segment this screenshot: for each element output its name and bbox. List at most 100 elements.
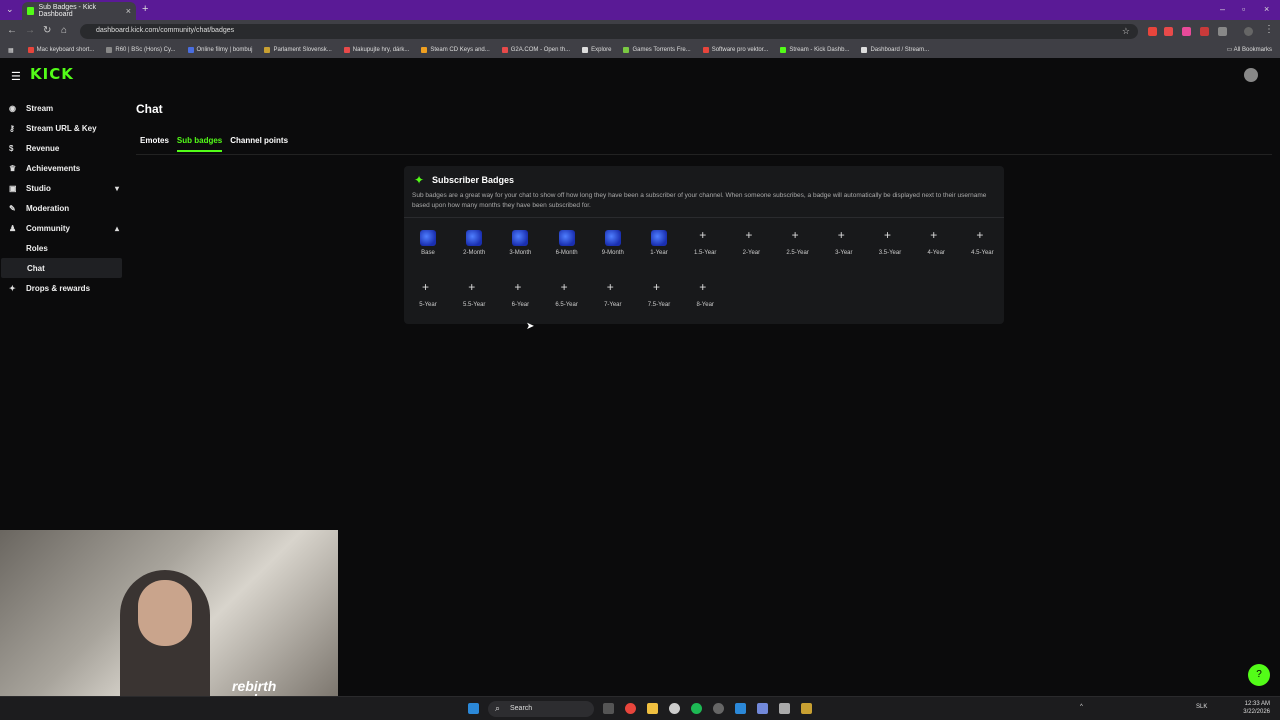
badge-slot[interactable]: 6-Month [545, 230, 585, 270]
badge-slot[interactable]: +6-Year [498, 280, 538, 322]
tab-list-icon[interactable]: ⌄ [6, 4, 14, 15]
badge-image [512, 230, 529, 246]
bookmark-item[interactable]: Games Torrents Fre... [623, 47, 691, 53]
menu-icon[interactable]: ☰ [11, 70, 21, 83]
bookmark-item[interactable]: Explore [582, 47, 611, 53]
kick-logo[interactable]: KICK [30, 65, 74, 83]
badge-image [466, 230, 483, 246]
tab-sub-badges[interactable]: Sub badges [176, 136, 223, 152]
openai-icon[interactable] [669, 703, 680, 714]
maximize-icon[interactable]: ▫ [1242, 4, 1245, 14]
app-icon[interactable] [779, 703, 790, 714]
extension-icon[interactable] [1182, 27, 1191, 36]
forward-icon[interactable]: → [25, 25, 35, 36]
bookmark-item[interactable]: G2A.COM - Open th... [501, 47, 570, 53]
bookmark-item[interactable]: Dashboard / Stream... [861, 47, 929, 53]
gift-icon: ✦ [9, 283, 16, 293]
dollar-icon: $ [9, 143, 14, 153]
chevron-up-icon[interactable]: ▴ [115, 224, 119, 233]
badge-slot[interactable]: +4-Year [914, 228, 954, 270]
tab-emotes[interactable]: Emotes [140, 136, 169, 152]
tray-chevron-icon[interactable]: ^ [1080, 704, 1083, 710]
add-badge-icon: + [560, 280, 568, 294]
extension-icon[interactable] [1200, 27, 1209, 36]
badge-slot[interactable]: +2.5-Year [776, 228, 816, 270]
taskbar-clock[interactable]: 12:33 AM 3/22/2026 [1243, 701, 1270, 717]
browser-menu-icon[interactable]: ⋮ [1264, 24, 1274, 35]
help-chat-button[interactable]: ? [1248, 664, 1270, 686]
bookmark-label: Parlament Slovensk... [273, 47, 332, 53]
apps-grid-icon[interactable]: ▦ [8, 47, 14, 54]
badge-slot[interactable]: 1-Year [637, 230, 677, 270]
badge-slot[interactable]: +3-Year [822, 228, 862, 270]
spotify-icon[interactable] [691, 703, 702, 714]
league-icon[interactable] [801, 703, 812, 714]
badge-slot[interactable]: +8-Year [683, 280, 723, 322]
badge-slot[interactable]: +2-Year [729, 228, 769, 270]
sidebar-item-chat[interactable]: Chat [1, 258, 122, 278]
extension-icon[interactable] [1148, 27, 1157, 36]
sidebar-item-revenue[interactable]: $ Revenue [0, 138, 125, 158]
back-icon[interactable]: ← [7, 25, 17, 36]
bookmark-star-icon[interactable]: ☆ [1122, 26, 1130, 37]
badge-label: 8-Year [696, 302, 714, 308]
taskbar-search-input[interactable]: ⌕ Search [488, 701, 594, 717]
all-bookmarks-button[interactable]: ▭ All Bookmarks [1227, 46, 1272, 53]
badge-slot[interactable]: 2-Month [452, 230, 492, 270]
badge-label: 1.5-Year [693, 250, 717, 256]
sidebar-item-stream[interactable]: ◉ Stream [0, 98, 125, 118]
badge-slot[interactable]: +5.5-Year [452, 280, 492, 322]
bookmark-item[interactable]: Mac keyboard short... [27, 47, 94, 53]
badge-slot[interactable]: +4.5-Year [960, 228, 1000, 270]
task-view-icon[interactable] [603, 703, 614, 714]
chrome-icon[interactable] [625, 703, 636, 714]
badge-slot[interactable]: +7-Year [591, 280, 631, 322]
sidebar-item-label: Community [26, 223, 70, 233]
badge-slot[interactable]: +3.5-Year [868, 228, 908, 270]
sidebar-item-moderation[interactable]: ✎ Moderation [0, 198, 125, 218]
bookmark-item[interactable]: Software pro vektor... [702, 47, 768, 53]
badge-slot[interactable]: +5-Year [406, 280, 446, 322]
sidebar-item-stream-url-key[interactable]: ⚷ Stream URL & Key [0, 118, 125, 138]
badge-slot[interactable]: +1.5-Year [683, 228, 723, 270]
file-explorer-icon[interactable] [647, 703, 658, 714]
close-tab-icon[interactable]: × [126, 6, 131, 16]
bookmark-item[interactable]: Steam CD Keys and... [421, 47, 490, 53]
card-description: Sub badges are a great way for your chat… [412, 192, 987, 210]
reload-icon[interactable]: ↻ [43, 25, 51, 36]
sidebar-item-roles[interactable]: Roles [0, 238, 125, 258]
bookmark-item[interactable]: Parlament Slovensk... [264, 47, 332, 53]
bookmark-item[interactable]: Stream - Kick Dashb... [780, 47, 849, 53]
badge-label: 6.5-Year [555, 302, 578, 308]
sidebar-item-drops-rewards[interactable]: ✦ Drops & rewards [0, 278, 125, 298]
avatar[interactable] [1244, 68, 1258, 82]
bookmark-item[interactable]: Online filmy | bombuj [187, 47, 252, 53]
calculator-icon[interactable] [735, 703, 746, 714]
minimize-icon[interactable]: – [1220, 4, 1225, 14]
badge-slot[interactable]: +6.5-Year [545, 280, 585, 322]
obs-icon[interactable] [713, 703, 724, 714]
url-input[interactable]: dashboard.kick.com/community/chat/badges… [80, 24, 1138, 39]
extensions-puzzle-icon[interactable] [1218, 27, 1227, 36]
new-tab-icon[interactable]: + [142, 3, 148, 15]
sidebar-item-community[interactable]: ♟ Community ▴ [0, 218, 125, 238]
tab-channel-points[interactable]: Channel points [230, 136, 288, 152]
home-icon[interactable]: ⌂ [61, 25, 67, 36]
profile-icon[interactable] [1244, 27, 1253, 36]
discord-icon[interactable] [757, 703, 768, 714]
browser-tab[interactable]: Sub Badges - Kick Dashboard × [22, 2, 136, 20]
windows-start-icon[interactable] [468, 703, 479, 714]
bookmark-label: Dashboard / Stream... [870, 47, 930, 53]
bookmark-item[interactable]: Nakupujte hry, dárk... [343, 47, 409, 53]
badge-slot[interactable]: Base [406, 230, 446, 270]
bookmark-item[interactable]: R60 | BSc (Hons) Cy... [106, 47, 176, 53]
sidebar-item-studio[interactable]: ▣ Studio ▾ [0, 178, 125, 198]
badge-slot[interactable]: 3-Month [498, 230, 538, 270]
extension-icon[interactable] [1164, 27, 1173, 36]
chevron-down-icon[interactable]: ▾ [115, 184, 119, 193]
sidebar-item-achievements[interactable]: ♛ Achievements [0, 158, 125, 178]
close-window-icon[interactable]: × [1264, 4, 1269, 14]
badge-slot[interactable]: +7.5-Year [637, 280, 677, 322]
language-indicator[interactable]: SLK [1196, 704, 1207, 710]
badge-slot[interactable]: 9-Month [591, 230, 631, 270]
